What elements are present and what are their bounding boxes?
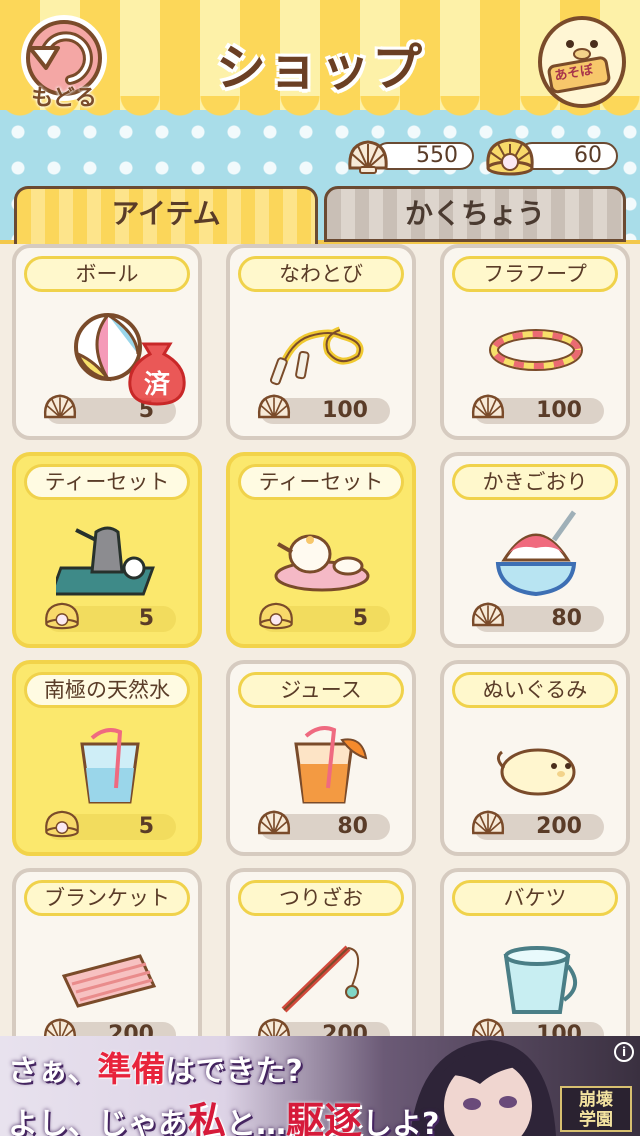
ad-banner[interactable]: さぁ、準備はできた? よし、じゃあ私と…駆逐しよ? 崩壊 学園 i	[0, 1036, 640, 1136]
ad-info-icon[interactable]: i	[614, 1042, 634, 1062]
shell-icon	[42, 1016, 78, 1036]
ad-text-highlight: 駆逐	[286, 1099, 363, 1136]
shell-icon	[470, 392, 506, 424]
ad-text: さぁ、	[8, 1054, 98, 1089]
ad-text: はできた?	[165, 1054, 303, 1089]
water-glass-icon	[56, 718, 160, 808]
item-name: つりざお	[238, 880, 404, 916]
pearl-shell-icon	[42, 600, 79, 632]
bucket-icon	[484, 926, 588, 1016]
seal-mascot[interactable]: あそぼ	[528, 10, 628, 110]
seal-plush-icon	[484, 718, 588, 808]
ad-text: と…	[226, 1107, 287, 1136]
ad-logo-text: 学園	[579, 1110, 613, 1130]
blanket-icon	[56, 926, 160, 1016]
shop-item-card[interactable]: 南極の天然水 5	[12, 660, 202, 856]
shop-item-card[interactable]: ブランケット 200	[12, 868, 202, 1036]
pearl-counter: 60	[482, 138, 622, 176]
shop-item-card[interactable]: バケツ 100	[440, 868, 630, 1036]
shop-item-card[interactable]: かきごおり 80	[440, 452, 630, 648]
ad-headline-2: よし、じゃあ私と…駆逐しよ?	[8, 1090, 439, 1136]
tea-set-icon	[270, 510, 374, 600]
item-name: なわとび	[238, 256, 404, 292]
ad-text-highlight: 準備	[97, 1050, 166, 1090]
shop-item-card[interactable]: ぬいぐるみ 200	[440, 660, 630, 856]
shop-item-card[interactable]: フラフープ 100	[440, 244, 630, 440]
item-name: ぬいぐるみ	[452, 672, 618, 708]
item-name: ブランケット	[24, 880, 190, 916]
ad-text-highlight: 私	[188, 1099, 227, 1136]
shell-icon	[256, 1016, 292, 1036]
item-name: ボール	[24, 256, 190, 292]
shell-icon	[470, 1016, 506, 1036]
page-title: ショップ	[216, 39, 424, 97]
pearl-shell-icon	[256, 600, 293, 632]
shell-icon	[256, 808, 292, 840]
item-name: バケツ	[452, 880, 618, 916]
shell-icon	[470, 808, 506, 840]
purchased-stamp-text: 済	[143, 370, 170, 400]
ad-headline-1: さぁ、準備はできた?	[8, 1042, 303, 1091]
ad-logo-text: 崩壊	[579, 1090, 613, 1110]
shell-counter: 550	[346, 138, 476, 176]
purchased-stamp: 済	[124, 336, 190, 408]
juice-icon	[270, 718, 374, 808]
shop-item-card[interactable]: ジュース 80	[226, 660, 416, 856]
ad-game-logo: 崩壊 学園	[560, 1086, 632, 1132]
shell-icon	[348, 140, 388, 174]
tab-expansion[interactable]: かくちょう	[324, 186, 626, 242]
shell-icon	[42, 392, 78, 424]
jump-rope-icon	[269, 302, 374, 392]
shop-item-card[interactable]: ボール 5 済	[12, 244, 202, 440]
item-name: ティーセット	[238, 464, 404, 500]
shop-item-card[interactable]: ティーセット 5	[12, 452, 202, 648]
back-button-label: もどる	[31, 86, 97, 111]
shop-item-card[interactable]: ティーセット 5	[226, 452, 416, 648]
shop-item-card[interactable]: なわとび 100	[226, 244, 416, 440]
tab-items[interactable]: アイテム	[14, 186, 318, 245]
item-name: 南極の天然水	[24, 672, 190, 708]
pearl-shell-icon	[42, 808, 79, 840]
pearl-shell-icon	[486, 138, 534, 176]
item-name: ティーセット	[24, 464, 190, 500]
shell-icon	[470, 600, 506, 632]
shell-icon	[256, 392, 292, 424]
ad-text: よし、じゃあ	[8, 1107, 188, 1136]
item-grid: ボール 5 済なわとび 100 フラフープ 100 ティーセット 5 ティーセット 5 かきごおり 8…	[0, 244, 640, 1036]
item-name: かきごおり	[452, 464, 618, 500]
item-name: ジュース	[238, 672, 404, 708]
ad-text: しよ?	[362, 1107, 440, 1136]
hula-hoop-icon	[484, 302, 588, 392]
fishing-rod-icon	[270, 926, 374, 1016]
teapot-icon	[49, 510, 160, 600]
item-name: フラフープ	[452, 256, 618, 292]
shaved-ice-icon	[484, 510, 588, 600]
shop-item-card[interactable]: つりざお 200	[226, 868, 416, 1036]
